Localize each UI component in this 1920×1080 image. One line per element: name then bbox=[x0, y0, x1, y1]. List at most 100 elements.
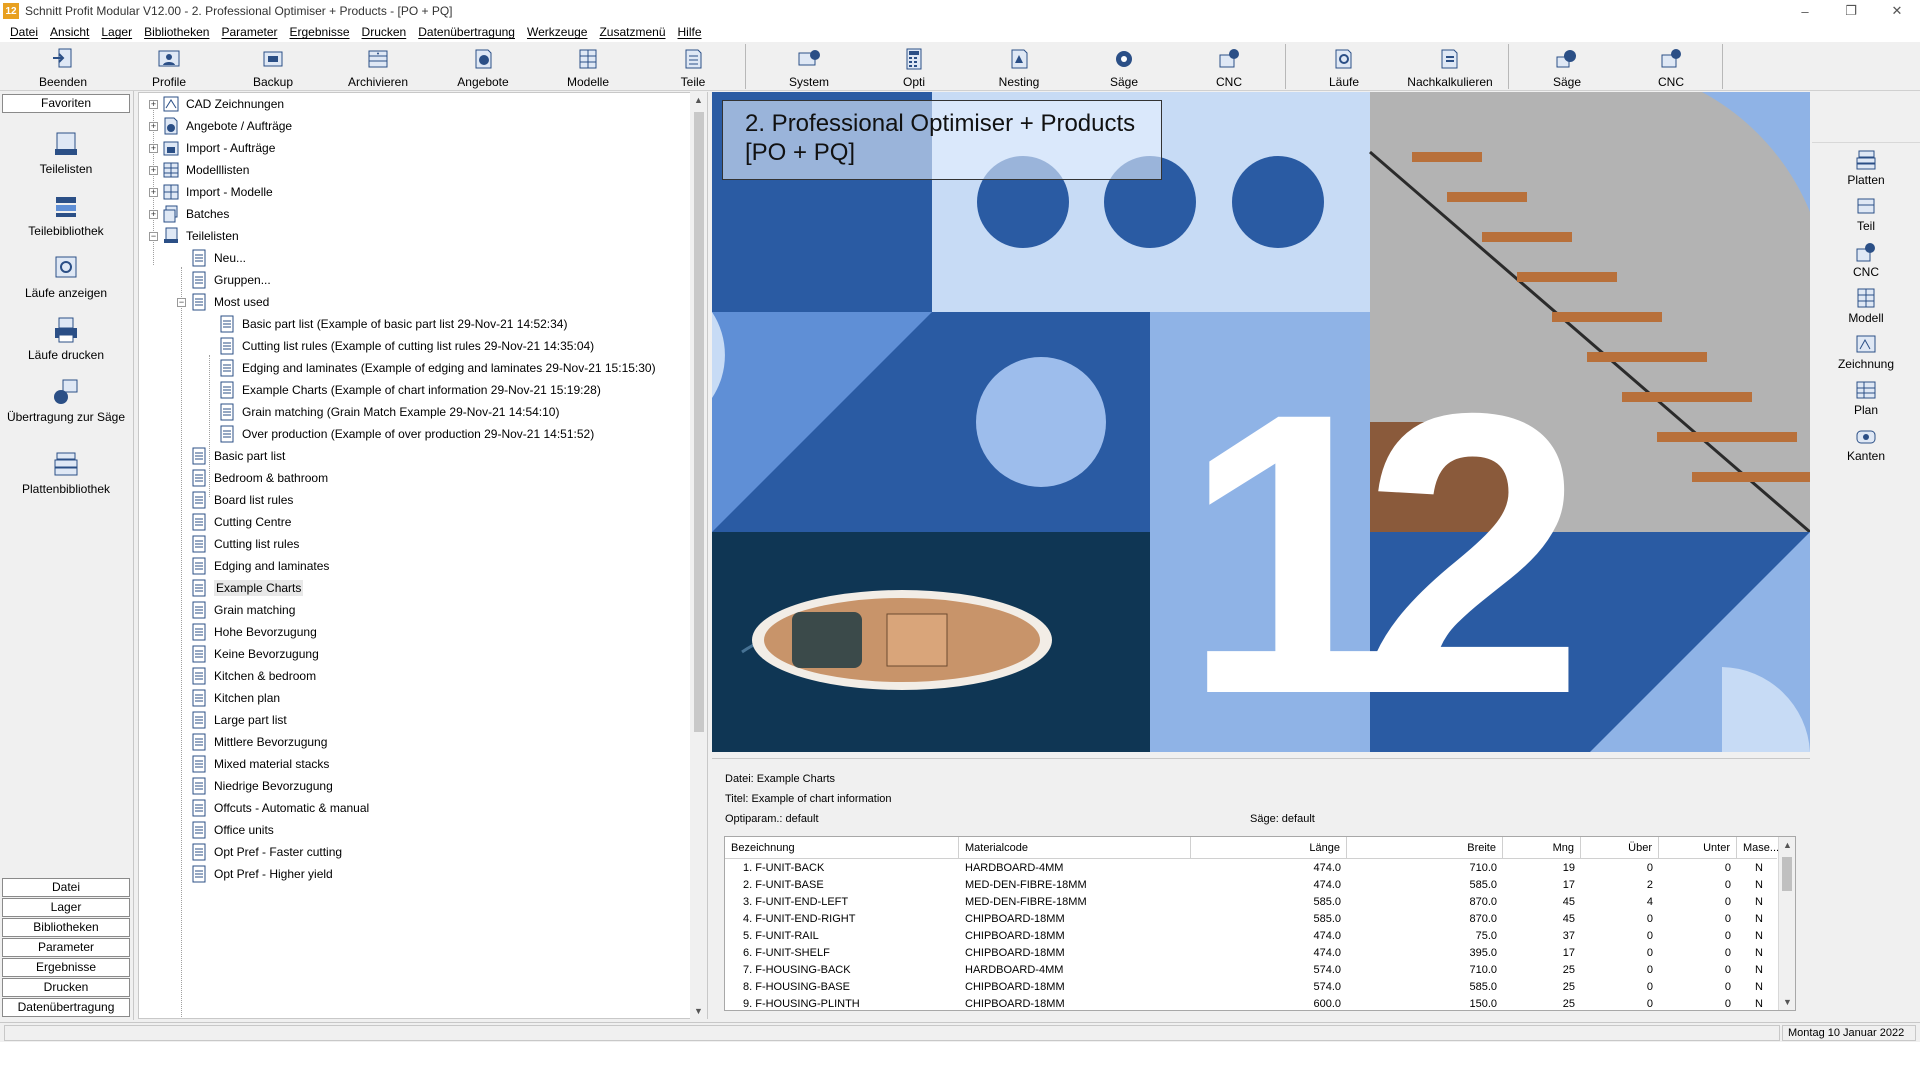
tree-node-most-used-basic[interactable]: Basic part list (Example of basic part l… bbox=[218, 313, 567, 335]
column-mase[interactable]: Mase... bbox=[1737, 837, 1779, 859]
menu-datenuebertragung[interactable]: Datenübertragung bbox=[412, 25, 521, 39]
tree-node-gruppen[interactable]: Gruppen... bbox=[177, 269, 271, 291]
tree-node-list[interactable]: Large part list bbox=[190, 709, 287, 731]
tree-node-list[interactable]: Bedroom & bathroom bbox=[190, 467, 328, 489]
expand-icon[interactable]: + bbox=[149, 165, 158, 175]
opti-button[interactable]: Opti bbox=[881, 42, 947, 91]
column-laenge[interactable]: Länge bbox=[1191, 837, 1347, 859]
tree-scroll-thumb[interactable] bbox=[694, 112, 704, 732]
tree-node-list[interactable]: Kitchen & bedroom bbox=[190, 665, 316, 687]
tree-node-list[interactable]: Office units bbox=[190, 819, 274, 841]
collapse-icon[interactable]: − bbox=[177, 297, 186, 307]
table-row[interactable]: 8. F-HOUSING-BASE CHIPBOARD-18MM 574.0 585.… bbox=[725, 979, 1777, 996]
restore-button[interactable]: ❐ bbox=[1828, 0, 1874, 22]
table-scrollbar[interactable]: ▲ ▼ bbox=[1778, 837, 1795, 1010]
right-platten-button[interactable]: Platten bbox=[1812, 149, 1920, 187]
table-scroll-thumb[interactable] bbox=[1782, 857, 1792, 891]
menu-hilfe[interactable]: Hilfe bbox=[672, 25, 708, 39]
close-button[interactable]: ✕ bbox=[1874, 0, 1920, 22]
teile-button[interactable]: Teile bbox=[660, 42, 726, 91]
tree-node-batches[interactable]: + Batches bbox=[149, 203, 229, 225]
backup-button[interactable]: Backup bbox=[240, 42, 306, 91]
right-cnc-button[interactable]: CNC bbox=[1812, 241, 1920, 279]
sidebar-item-teilebibliothek[interactable]: Teilebibliothek bbox=[0, 191, 132, 238]
cnc-results-button[interactable]: CNC bbox=[1638, 42, 1704, 91]
tree-node-most-used-cutting[interactable]: Cutting list rules (Example of cutting l… bbox=[218, 335, 594, 357]
tree-node-list[interactable]: Offcuts - Automatic & manual bbox=[190, 797, 369, 819]
table-row[interactable]: 3. F-UNIT-END-LEFT MED-DEN-FIBRE-18MM 585.… bbox=[725, 894, 1777, 911]
table-row[interactable]: 2. F-UNIT-BASE MED-DEN-FIBRE-18MM 474.0 585… bbox=[725, 877, 1777, 894]
table-row[interactable]: 4. F-UNIT-END-RIGHT CHIPBOARD-18MM 585.0 87… bbox=[725, 911, 1777, 928]
menu-ergebnisse[interactable]: Ergebnisse bbox=[284, 25, 356, 39]
collapse-icon[interactable]: − bbox=[149, 231, 158, 241]
right-modell-button[interactable]: Modell bbox=[1812, 287, 1920, 325]
menu-bibliotheken[interactable]: Bibliotheken bbox=[138, 25, 215, 39]
sidebar-item-uebertragung[interactable]: Übertragung zur Säge bbox=[0, 377, 132, 424]
scroll-down-icon[interactable]: ▼ bbox=[1779, 994, 1795, 1010]
tree-node-list[interactable]: Mixed material stacks bbox=[190, 753, 329, 775]
nachkalkulieren-button[interactable]: Nachkalkulieren bbox=[1400, 42, 1500, 91]
scroll-down-icon[interactable]: ▼ bbox=[690, 1003, 707, 1019]
column-bezeichnung[interactable]: Bezeichnung bbox=[725, 837, 959, 859]
sidebar-item-laeufe-drucken[interactable]: Läufe drucken bbox=[0, 315, 132, 362]
archivieren-button[interactable]: Archivieren bbox=[345, 42, 411, 91]
tree-node-list[interactable]: Basic part list bbox=[190, 445, 285, 467]
menu-datei[interactable]: Datei bbox=[4, 25, 44, 39]
sidebar-item-teilelisten[interactable]: Teilelisten bbox=[0, 129, 132, 176]
tree-scrollbar[interactable]: ▲ ▼ bbox=[690, 92, 707, 1019]
expand-icon[interactable]: + bbox=[149, 143, 158, 153]
tree-node-angebote[interactable]: + Angebote / Aufträge bbox=[149, 115, 292, 137]
tree-node-list[interactable]: Keine Bevorzugung bbox=[190, 643, 319, 665]
table-row[interactable]: 1. F-UNIT-BACK HARDBOARD-4MM 474.0 710.0 19 0… bbox=[725, 860, 1777, 877]
table-row[interactable]: 9. F-HOUSING-PLINTH CHIPBOARD-18MM 600.0 15… bbox=[725, 996, 1777, 1010]
tab-datenuebertragung[interactable]: Datenübertragung bbox=[2, 998, 130, 1017]
modelle-button[interactable]: Modelle bbox=[555, 42, 621, 91]
expand-icon[interactable]: + bbox=[149, 209, 158, 219]
table-row[interactable]: 5. F-UNIT-RAIL CHIPBOARD-18MM 474.0 75.0 37 0… bbox=[725, 928, 1777, 945]
tab-parameter[interactable]: Parameter bbox=[2, 938, 130, 957]
tree-node-list[interactable]: Board list rules bbox=[190, 489, 293, 511]
tree-node-list[interactable]: Niedrige Bevorzugung bbox=[190, 775, 333, 797]
tree-node-most-used-overproduction[interactable]: Over production (Example of over product… bbox=[218, 423, 594, 445]
tree-node-most-used-grain[interactable]: Grain matching (Grain Match Example 29-N… bbox=[218, 401, 559, 423]
table-row[interactable]: 7. F-HOUSING-BACK HARDBOARD-4MM 574.0 710.0… bbox=[725, 962, 1777, 979]
tree-node-list[interactable]: Kitchen plan bbox=[190, 687, 280, 709]
expand-icon[interactable]: + bbox=[149, 121, 158, 131]
right-zeichnung-button[interactable]: Zeichnung bbox=[1812, 333, 1920, 371]
tab-lager[interactable]: Lager bbox=[2, 898, 130, 917]
tree-node-most-used-edging[interactable]: Edging and laminates (Example of edging … bbox=[218, 357, 656, 379]
tree-node-list[interactable]: Hohe Bevorzugung bbox=[190, 621, 317, 643]
tab-datei[interactable]: Datei bbox=[2, 878, 130, 897]
system-button[interactable]: System bbox=[776, 42, 842, 91]
menu-drucken[interactable]: Drucken bbox=[356, 25, 413, 39]
menu-werkzeuge[interactable]: Werkzeuge bbox=[521, 25, 593, 39]
expand-icon[interactable]: + bbox=[149, 187, 158, 197]
tree-node-teilelisten[interactable]: − Teilelisten bbox=[149, 225, 239, 247]
tree-node-import-auftraege[interactable]: + Import - Aufträge bbox=[149, 137, 275, 159]
tree-node-list[interactable]: Opt Pref - Faster cutting bbox=[190, 841, 342, 863]
right-plan-button[interactable]: Plan bbox=[1812, 379, 1920, 417]
column-unter[interactable]: Unter bbox=[1659, 837, 1737, 859]
tab-bibliotheken[interactable]: Bibliotheken bbox=[2, 918, 130, 937]
tree-node-most-used-charts[interactable]: Example Charts (Example of chart informa… bbox=[218, 379, 601, 401]
tree-node-most-used[interactable]: − Most used bbox=[177, 291, 269, 313]
saege-results-button[interactable]: Säge bbox=[1534, 42, 1600, 91]
tab-favoriten[interactable]: Favoriten bbox=[2, 94, 130, 113]
expand-icon[interactable]: + bbox=[149, 99, 158, 109]
menu-parameter[interactable]: Parameter bbox=[215, 25, 283, 39]
tree-node-modelllisten[interactable]: + Modelllisten bbox=[149, 159, 249, 181]
tree-node-list[interactable]: Cutting Centre bbox=[190, 511, 291, 533]
menu-zusatzmenu[interactable]: Zusatzmenü bbox=[593, 25, 671, 39]
column-mng[interactable]: Mng bbox=[1503, 837, 1581, 859]
tree-node-cad[interactable]: + CAD Zeichnungen bbox=[149, 93, 284, 115]
column-breite[interactable]: Breite bbox=[1347, 837, 1503, 859]
tree-node-list[interactable]: Edging and laminates bbox=[190, 555, 329, 577]
tree-node-list[interactable]: Opt Pref - Higher yield bbox=[190, 863, 333, 885]
cnc-button[interactable]: CNC bbox=[1196, 42, 1262, 91]
tree-node-list[interactable]: Cutting list rules bbox=[190, 533, 299, 555]
tree-node-list-selected[interactable]: Example Charts bbox=[190, 577, 304, 599]
tab-drucken[interactable]: Drucken bbox=[2, 978, 130, 997]
tree-node-neu[interactable]: Neu... bbox=[177, 247, 246, 269]
scroll-up-icon[interactable]: ▲ bbox=[690, 92, 707, 108]
tree-node-import-modelle[interactable]: + Import - Modelle bbox=[149, 181, 273, 203]
